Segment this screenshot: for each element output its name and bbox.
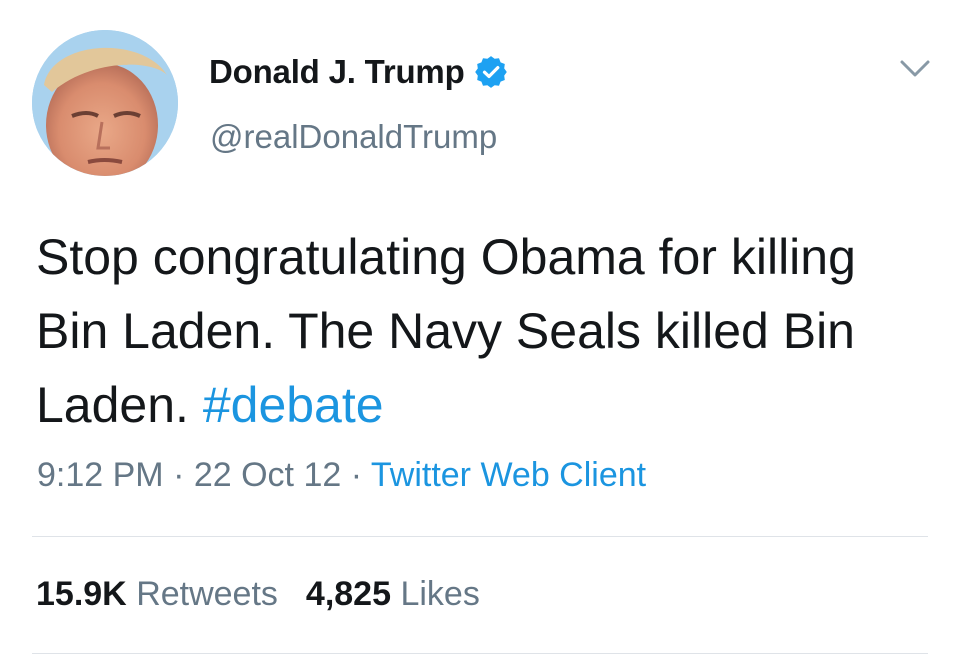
retweets-stat[interactable]: 15.9K Retweets [36, 575, 278, 613]
display-name[interactable]: Donald J. Trump [209, 53, 465, 91]
meta-separator-2: · [341, 456, 371, 494]
avatar-portrait-icon [32, 30, 178, 176]
tweet-card: Donald J. Trump @realDonaldTrump Stop co… [0, 0, 960, 659]
likes-count: 4,825 [305, 575, 392, 613]
tweet-date[interactable]: 22 Oct 12 [194, 456, 341, 494]
avatar[interactable] [32, 30, 178, 176]
tweet-body: Stop congratulating Obama for killing Bi… [36, 229, 856, 433]
tweet-stats: 15.9K Retweets 4,825 Likes [36, 575, 480, 614]
likes-stat[interactable]: 4,825 Likes [306, 575, 480, 613]
chevron-down-icon[interactable] [898, 56, 932, 82]
verified-badge-icon [474, 56, 507, 88]
tweet-time[interactable]: 9:12 PM [37, 456, 164, 494]
likes-label: Likes [400, 575, 480, 613]
hashtag-link[interactable]: #debate [203, 377, 384, 433]
user-handle[interactable]: @realDonaldTrump [210, 118, 497, 156]
divider [32, 536, 928, 537]
retweets-label: Retweets [136, 575, 278, 613]
meta-separator: · [163, 456, 194, 494]
divider-bottom [32, 653, 928, 654]
retweets-count: 15.9K [36, 575, 127, 613]
tweet-meta: 9:12 PM · 22 Oct 12 · Twitter Web Client [37, 456, 646, 495]
tweet-text: Stop congratulating Obama for killing Bi… [36, 220, 936, 442]
tweet-source-link[interactable]: Twitter Web Client [371, 456, 646, 494]
display-name-row[interactable]: Donald J. Trump [209, 50, 507, 94]
